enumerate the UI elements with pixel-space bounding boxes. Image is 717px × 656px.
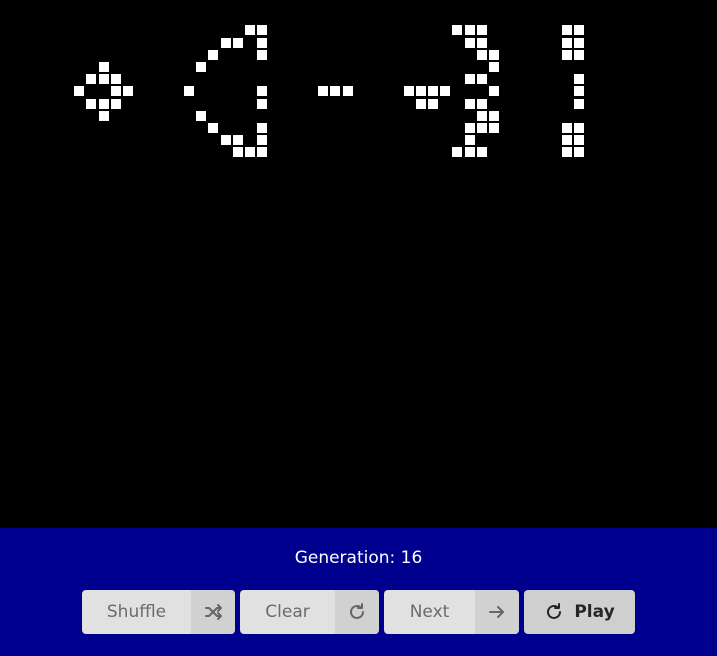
live-cell[interactable]: [208, 49, 219, 60]
live-cell[interactable]: [464, 147, 475, 158]
next-button-label: Next: [409, 602, 450, 622]
live-cell[interactable]: [476, 147, 487, 158]
button-bar: Shuffle Clear Next Play: [0, 590, 717, 634]
live-cell[interactable]: [562, 25, 573, 36]
live-cell[interactable]: [476, 123, 487, 133]
live-cell[interactable]: [110, 86, 121, 97]
live-cell[interactable]: [232, 37, 243, 48]
live-cell[interactable]: [123, 86, 133, 97]
live-cell[interactable]: [476, 49, 487, 60]
live-cell[interactable]: [464, 25, 475, 36]
live-cell[interactable]: [562, 147, 573, 158]
live-cell[interactable]: [257, 135, 268, 146]
live-cell[interactable]: [220, 37, 231, 48]
game-board[interactable]: [0, 0, 717, 528]
live-cell[interactable]: [86, 74, 97, 85]
live-cell[interactable]: [74, 86, 85, 97]
live-cell[interactable]: [574, 25, 585, 36]
live-cell[interactable]: [574, 147, 585, 158]
live-cell[interactable]: [574, 123, 585, 133]
live-cell[interactable]: [464, 123, 475, 133]
live-cell[interactable]: [257, 49, 268, 60]
live-cell[interactable]: [574, 37, 585, 48]
play-button-label: Play: [574, 602, 615, 622]
live-cell[interactable]: [98, 98, 109, 109]
live-cell[interactable]: [489, 62, 499, 72]
live-cell[interactable]: [489, 86, 499, 97]
live-cell[interactable]: [184, 86, 194, 97]
live-cell[interactable]: [245, 25, 255, 36]
live-cell[interactable]: [220, 135, 231, 146]
live-cell[interactable]: [98, 110, 109, 121]
live-cell[interactable]: [476, 110, 487, 121]
live-cell[interactable]: [476, 74, 487, 85]
play-button[interactable]: Play: [524, 590, 635, 634]
live-cell[interactable]: [476, 98, 487, 109]
live-cell[interactable]: [257, 37, 268, 48]
next-button[interactable]: Next: [384, 590, 519, 634]
live-cell[interactable]: [257, 98, 268, 109]
live-cell[interactable]: [245, 147, 255, 158]
shuffle-button[interactable]: Shuffle: [82, 590, 235, 634]
live-cell[interactable]: [464, 135, 475, 146]
live-cell[interactable]: [574, 135, 585, 146]
live-cell[interactable]: [476, 25, 487, 36]
live-cell[interactable]: [562, 37, 573, 48]
live-cell[interactable]: [574, 98, 585, 109]
live-cell[interactable]: [489, 49, 499, 60]
live-cell[interactable]: [428, 98, 438, 109]
live-cell[interactable]: [257, 86, 268, 97]
live-cell[interactable]: [489, 110, 499, 121]
live-cell[interactable]: [330, 86, 341, 97]
live-cell[interactable]: [98, 62, 109, 72]
shuffle-icon: [191, 590, 235, 634]
live-cell[interactable]: [562, 135, 573, 146]
live-cell[interactable]: [562, 49, 573, 60]
clear-button-label: Clear: [265, 602, 310, 622]
live-cell[interactable]: [232, 135, 243, 146]
live-cell[interactable]: [452, 147, 463, 158]
live-cell[interactable]: [464, 98, 475, 109]
game-of-life-app: Generation: 16 Shuffle Clear Next Play: [0, 0, 717, 656]
live-cell[interactable]: [318, 86, 329, 97]
live-cell[interactable]: [489, 123, 499, 133]
live-cell[interactable]: [415, 86, 426, 97]
shuffle-button-label: Shuffle: [106, 602, 167, 622]
live-cell[interactable]: [232, 147, 243, 158]
live-cell[interactable]: [257, 25, 268, 36]
live-cell[interactable]: [86, 98, 97, 109]
live-cell[interactable]: [476, 37, 487, 48]
live-cell[interactable]: [415, 98, 426, 109]
live-cell[interactable]: [464, 74, 475, 85]
rotate-icon: [335, 590, 379, 634]
generation-counter: Generation: 16: [294, 548, 423, 568]
live-cell[interactable]: [403, 86, 414, 97]
live-cell[interactable]: [440, 86, 451, 97]
arrow-right-icon: [475, 590, 519, 634]
live-cell[interactable]: [196, 110, 207, 121]
live-cell[interactable]: [110, 98, 121, 109]
live-cell[interactable]: [257, 123, 268, 133]
live-cell[interactable]: [208, 123, 219, 133]
live-cell[interactable]: [196, 62, 207, 72]
control-panel: Generation: 16 Shuffle Clear Next Play: [0, 528, 717, 656]
live-cell[interactable]: [98, 74, 109, 85]
live-cell[interactable]: [464, 37, 475, 48]
live-cell[interactable]: [257, 147, 268, 158]
clear-button[interactable]: Clear: [240, 590, 379, 634]
live-cell[interactable]: [428, 86, 438, 97]
live-cell[interactable]: [342, 86, 353, 97]
live-cell[interactable]: [574, 49, 585, 60]
live-cell[interactable]: [574, 86, 585, 97]
live-cell[interactable]: [452, 25, 463, 36]
live-cell[interactable]: [562, 123, 573, 133]
live-cell[interactable]: [574, 74, 585, 85]
live-cell[interactable]: [110, 74, 121, 85]
rotate-icon: [544, 602, 564, 622]
